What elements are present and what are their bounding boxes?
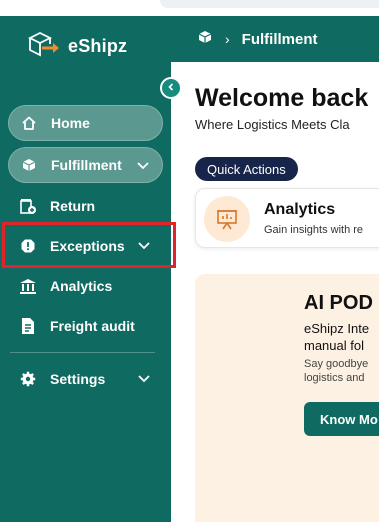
main-content: Welcome back Where Logistics Meets Cla Q… [171, 62, 379, 522]
sidebar-item-fulfillment[interactable]: Fulfillment [8, 147, 163, 183]
presentation-chart-icon [204, 196, 250, 242]
card-title: Analytics [264, 201, 336, 218]
top-header: › Fulfillment [171, 16, 379, 62]
card-subtitle: Gain insights with re [264, 224, 364, 236]
sidebar-item-label: Home [51, 115, 90, 131]
app-window: eShipz Home Fulfillment Return Exception… [0, 0, 379, 522]
breadcrumb-title: Fulfillment [241, 30, 318, 48]
chevron-down-icon[interactable] [136, 158, 150, 175]
analytics-card[interactable]: Analytics Gain insights with re [195, 188, 379, 248]
sidebar-item-analytics[interactable]: Analytics [8, 268, 163, 304]
address-bar[interactable] [160, 0, 379, 8]
promo-line: manual fol [304, 338, 364, 353]
chevron-left-icon [166, 79, 176, 97]
quick-actions-label: Quick Actions [195, 157, 298, 181]
exceptions-highlight-box [2, 222, 176, 268]
sidebar-item-label: Fulfillment [51, 157, 122, 173]
sidebar-divider [10, 352, 155, 353]
brand-name: eShipz [68, 36, 128, 56]
browser-top-strip [0, 0, 379, 16]
page-title: Welcome back [195, 84, 369, 112]
box-icon[interactable] [197, 29, 213, 50]
sidebar-collapse-button[interactable] [160, 77, 182, 99]
chevron-down-icon[interactable] [137, 371, 151, 388]
sidebar-item-freight-audit[interactable]: Freight audit [8, 308, 163, 344]
document-icon [16, 314, 40, 338]
gear-icon [16, 367, 40, 391]
home-icon [17, 111, 41, 135]
logo-icon [26, 30, 62, 63]
bank-icon [16, 274, 40, 298]
sidebar-item-label: Settings [50, 371, 106, 387]
sidebar-item-label: Analytics [50, 278, 113, 294]
sidebar: eShipz Home Fulfillment Return Exception… [0, 16, 171, 522]
sidebar-item-settings[interactable]: Settings [8, 361, 163, 397]
breadcrumb-separator: › [225, 31, 230, 47]
sidebar-item-home[interactable]: Home [8, 105, 163, 141]
promo-line: eShipz Inte [304, 321, 370, 336]
sidebar-item-return[interactable]: Return [8, 188, 163, 224]
page-subtitle: Where Logistics Meets Cla [195, 117, 350, 132]
promo-text: logistics and [304, 372, 365, 384]
box-icon [17, 153, 41, 177]
promo-text: Say goodbye [304, 358, 369, 370]
return-icon [16, 194, 40, 218]
brand-logo[interactable]: eShipz [26, 30, 127, 63]
sidebar-item-label: Freight audit [50, 318, 135, 334]
promo-title: AI POD [304, 292, 373, 314]
promo-banner: AI POD eShipz Inte manual fol Say goodby… [195, 274, 379, 522]
know-more-button[interactable]: Know Mo [304, 402, 379, 436]
sidebar-item-label: Return [50, 198, 96, 214]
